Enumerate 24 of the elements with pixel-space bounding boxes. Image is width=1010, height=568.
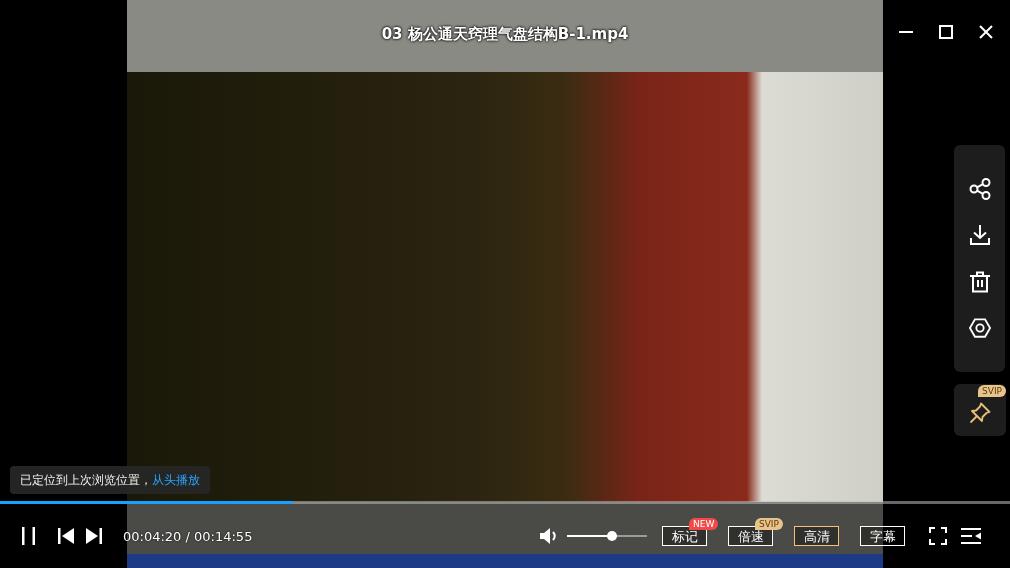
trash-icon[interactable] — [968, 270, 991, 293]
progress-bar[interactable] — [0, 501, 1010, 504]
playback-time: 00:04:20 / 00:14:55 — [123, 528, 253, 544]
player-option-button[interactable]: 高清 — [794, 526, 839, 547]
speaker-icon[interactable] — [540, 527, 558, 545]
download-icon[interactable] — [968, 224, 991, 247]
fullscreen-icon[interactable] — [929, 527, 947, 545]
pause-icon[interactable] — [22, 527, 35, 545]
volume-slider[interactable] — [567, 531, 647, 541]
volume-thumb[interactable] — [606, 531, 617, 541]
skip-back-icon[interactable] — [58, 528, 74, 544]
toast-message: 已定位到上次浏览位置，从头播放 — [20, 471, 200, 489]
replay-link[interactable]: 从头播放 — [152, 472, 200, 487]
pushpin-icon — [969, 402, 991, 424]
hexagon-ring-icon[interactable] — [968, 317, 991, 340]
skip-forward-icon[interactable] — [86, 528, 102, 544]
share-icon[interactable] — [968, 177, 991, 200]
pin-button[interactable]: SVIP — [954, 384, 1006, 436]
playlist-icon[interactable] — [961, 527, 981, 545]
maximize-icon[interactable] — [939, 25, 953, 39]
close-icon[interactable] — [979, 25, 993, 39]
video-title: 03 杨公通天窍理气盘结构B-1.mp4 — [381, 24, 629, 44]
player-option-button[interactable]: 字幕 — [860, 526, 905, 547]
svip-badge: SVIP — [978, 385, 1006, 397]
